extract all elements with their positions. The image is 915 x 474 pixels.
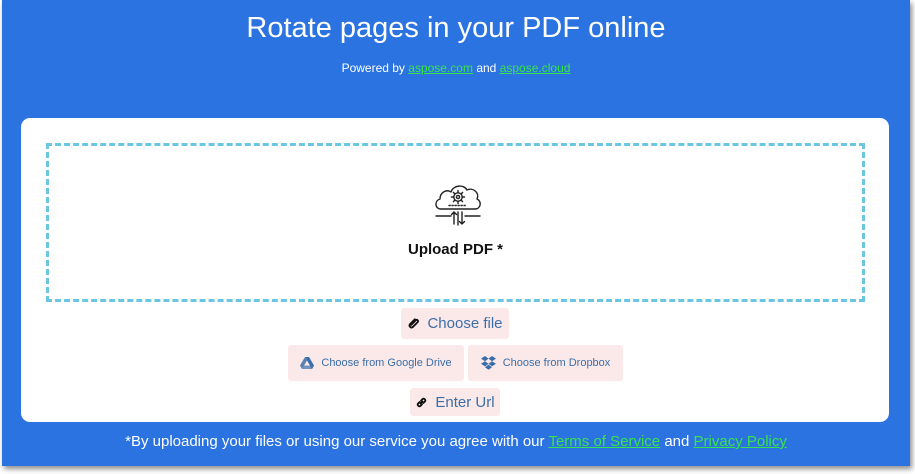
upload-dropzone[interactable]: Upload PDF * bbox=[46, 143, 865, 302]
upload-label: Upload PDF * bbox=[407, 241, 503, 258]
page-title: Rotate pages in your PDF online bbox=[246, 12, 666, 44]
terms-of-service-link[interactable]: Terms of Service bbox=[548, 433, 660, 450]
google-drive-button[interactable]: Choose from Google Drive bbox=[288, 345, 464, 381]
powered-by: Powered by aspose.com and aspose.cloud bbox=[2, 61, 910, 75]
google-drive-icon bbox=[300, 357, 315, 369]
terms-notice-text: *By uploading your files or using our se… bbox=[125, 433, 545, 450]
dropbox-button[interactable]: Choose from Dropbox bbox=[468, 345, 623, 381]
google-drive-label: Choose from Google Drive bbox=[321, 357, 452, 369]
privacy-policy-link[interactable]: Privacy Policy bbox=[694, 433, 787, 450]
link-icon bbox=[415, 396, 428, 409]
terms-and: and bbox=[664, 433, 690, 450]
powered-and: and bbox=[476, 61, 497, 75]
dropbox-label: Choose from Dropbox bbox=[502, 357, 611, 369]
paperclip-icon bbox=[407, 317, 420, 330]
dropbox-icon bbox=[480, 356, 496, 370]
cloud-gear-upload-icon bbox=[435, 185, 481, 226]
aspose-com-link[interactable]: aspose.com bbox=[408, 61, 473, 75]
aspose-cloud-link[interactable]: aspose.cloud bbox=[500, 61, 571, 75]
choose-file-label: Choose file bbox=[427, 315, 503, 332]
enter-url-button[interactable]: Enter Url bbox=[410, 388, 500, 416]
upload-card: Upload PDF * Choose file Choose from Goo… bbox=[21, 118, 889, 422]
app-frame: Rotate pages in your PDF online Powered … bbox=[2, 0, 910, 466]
choose-file-button[interactable]: Choose file bbox=[401, 308, 509, 339]
terms-notice: *By uploading your files or using our se… bbox=[2, 433, 910, 450]
enter-url-label: Enter Url bbox=[435, 393, 495, 411]
powered-prefix: Powered by bbox=[341, 61, 405, 75]
